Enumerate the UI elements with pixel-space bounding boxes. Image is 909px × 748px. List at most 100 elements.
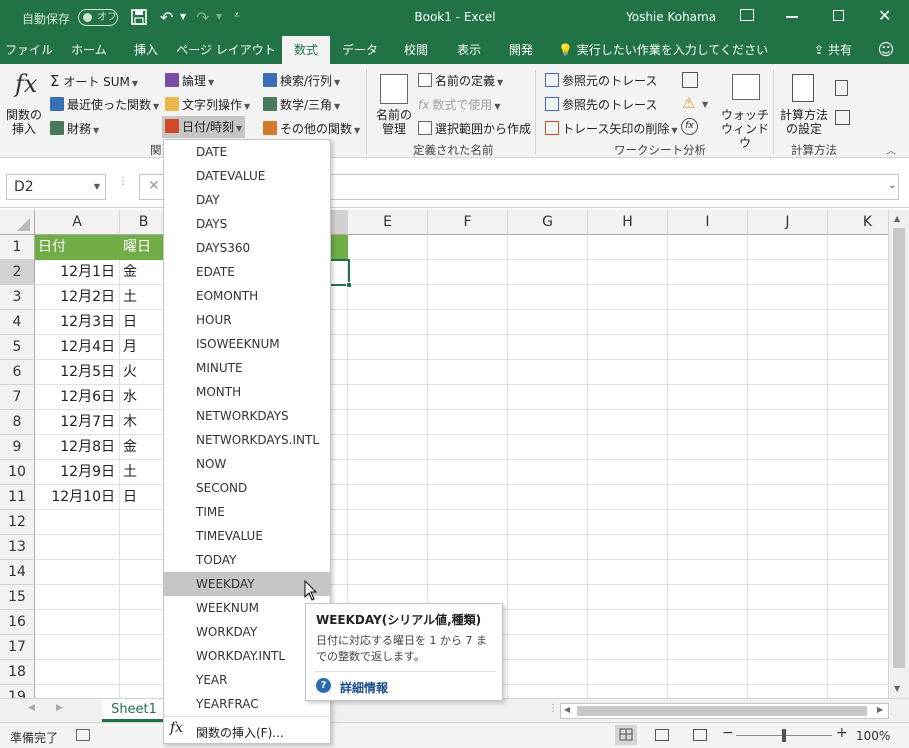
cell-j8[interactable] xyxy=(748,410,828,435)
cell-k7[interactable] xyxy=(828,385,888,410)
cell-e5[interactable] xyxy=(348,335,428,360)
cell-a10[interactable]: 12月9日 xyxy=(35,460,120,485)
undo-dropdown-icon[interactable]: ▼ xyxy=(180,12,186,21)
row-header-17[interactable]: 17 xyxy=(0,635,35,660)
cell-f14[interactable] xyxy=(428,560,508,585)
cell-g17[interactable] xyxy=(508,635,588,660)
cell-a14[interactable] xyxy=(35,560,120,585)
cell-e9[interactable] xyxy=(348,435,428,460)
cell-i7[interactable] xyxy=(668,385,748,410)
row-header-16[interactable]: 16 xyxy=(0,610,35,635)
cell-i5[interactable] xyxy=(668,335,748,360)
cell-i1[interactable] xyxy=(668,235,748,260)
tell-me-search[interactable]: 💡 実行したい作業を入力してください xyxy=(558,36,768,64)
row-header-6[interactable]: 6 xyxy=(0,360,35,385)
menu-item-networkdays-intl[interactable]: NETWORKDAYS.INTL xyxy=(164,428,330,452)
cell-k12[interactable] xyxy=(828,510,888,535)
cell-f9[interactable] xyxy=(428,435,508,460)
page-layout-view-icon[interactable] xyxy=(655,729,669,741)
name-box[interactable]: D2 ▼ xyxy=(6,174,106,200)
cell-i4[interactable] xyxy=(668,310,748,335)
sheet-tab-sheet1[interactable]: Sheet1 xyxy=(102,699,166,722)
cell-e8[interactable] xyxy=(348,410,428,435)
cell-a13[interactable] xyxy=(35,535,120,560)
tab-view[interactable]: 表示 xyxy=(444,36,494,64)
cell-f13[interactable] xyxy=(428,535,508,560)
calculate-sheet-icon[interactable] xyxy=(835,110,850,125)
cell-b2[interactable]: 金 xyxy=(120,260,168,285)
cell-b11[interactable]: 日 xyxy=(120,485,168,510)
cell-b3[interactable]: 土 xyxy=(120,285,168,310)
cell-k5[interactable] xyxy=(828,335,888,360)
cell-g14[interactable] xyxy=(508,560,588,585)
menu-item-insert-function[interactable]: 関数の挿入(F)... xyxy=(196,724,284,741)
column-header-k[interactable]: K xyxy=(828,210,888,235)
cell-h12[interactable] xyxy=(588,510,668,535)
cell-f1[interactable] xyxy=(428,235,508,260)
cell-a1[interactable]: 日付 xyxy=(35,235,120,260)
minimize-icon[interactable] xyxy=(786,16,798,18)
cell-i17[interactable] xyxy=(668,635,748,660)
cell-f11[interactable] xyxy=(428,485,508,510)
cell-f2[interactable] xyxy=(428,260,508,285)
cell-b15[interactable] xyxy=(120,585,168,610)
cell-j5[interactable] xyxy=(748,335,828,360)
cell-j6[interactable] xyxy=(748,360,828,385)
close-icon[interactable]: ✕ xyxy=(878,6,891,25)
cell-i11[interactable] xyxy=(668,485,748,510)
horizontal-scrollbar[interactable]: ◀ ▶ xyxy=(560,703,889,719)
cell-a7[interactable]: 12月6日 xyxy=(35,385,120,410)
cell-k2[interactable] xyxy=(828,260,888,285)
scroll-thumb[interactable] xyxy=(893,228,905,668)
cell-a9[interactable]: 12月8日 xyxy=(35,435,120,460)
cell-j1[interactable] xyxy=(748,235,828,260)
menu-item-datevalue[interactable]: DATEVALUE xyxy=(164,164,330,188)
cell-g8[interactable] xyxy=(508,410,588,435)
cell-e3[interactable] xyxy=(348,285,428,310)
watch-window-button[interactable]: ウォッチ ウィンドウ xyxy=(718,108,772,150)
column-header-e[interactable]: E xyxy=(348,210,428,235)
cell-g15[interactable] xyxy=(508,585,588,610)
cell-g18[interactable] xyxy=(508,660,588,685)
create-from-selection-button[interactable]: 選択範囲から作成 xyxy=(418,120,531,137)
tab-file[interactable]: ファイル xyxy=(0,36,58,64)
cell-b12[interactable] xyxy=(120,510,168,535)
menu-item-timevalue[interactable]: TIMEVALUE xyxy=(164,524,330,548)
cell-h17[interactable] xyxy=(588,635,668,660)
cell-j2[interactable] xyxy=(748,260,828,285)
menu-item-month[interactable]: MONTH xyxy=(164,380,330,404)
cell-b7[interactable]: 水 xyxy=(120,385,168,410)
lookup-button[interactable]: 検索/行列 ▼ xyxy=(263,72,340,89)
column-header-i[interactable]: I xyxy=(668,210,748,235)
cell-k14[interactable] xyxy=(828,560,888,585)
menu-item-minute[interactable]: MINUTE xyxy=(164,356,330,380)
splitter-dots-icon[interactable]: ⋮ xyxy=(548,703,558,714)
cell-h9[interactable] xyxy=(588,435,668,460)
tab-review[interactable]: 校閲 xyxy=(390,36,442,64)
zoom-in-icon[interactable]: + xyxy=(836,725,848,741)
tab-data[interactable]: データ xyxy=(334,36,386,64)
cell-k1[interactable] xyxy=(828,235,888,260)
cell-h18[interactable] xyxy=(588,660,668,685)
cell-k16[interactable] xyxy=(828,610,888,635)
cell-j19[interactable] xyxy=(748,685,828,698)
cell-h7[interactable] xyxy=(588,385,668,410)
horizontal-scroll-thumb[interactable] xyxy=(577,706,867,716)
remove-arrows-button[interactable]: トレース矢印の削除 ▼ xyxy=(545,120,678,137)
trace-dependents-button[interactable]: 参照先のトレース xyxy=(545,96,657,113)
cell-b10[interactable]: 土 xyxy=(120,460,168,485)
show-formulas-icon[interactable] xyxy=(682,72,698,88)
cell-i12[interactable] xyxy=(668,510,748,535)
column-header-j[interactable]: J xyxy=(748,210,828,235)
menu-item-days[interactable]: DAYS xyxy=(164,212,330,236)
insert-function-button[interactable]: 関数の 挿入 xyxy=(4,108,44,136)
undo-icon[interactable]: ↶ xyxy=(160,8,173,27)
cell-h13[interactable] xyxy=(588,535,668,560)
cell-f10[interactable] xyxy=(428,460,508,485)
cell-h14[interactable] xyxy=(588,560,668,585)
cell-h10[interactable] xyxy=(588,460,668,485)
cell-h1[interactable] xyxy=(588,235,668,260)
zoom-slider-thumb[interactable] xyxy=(782,729,786,742)
cell-f6[interactable] xyxy=(428,360,508,385)
cell-g19[interactable] xyxy=(508,685,588,698)
